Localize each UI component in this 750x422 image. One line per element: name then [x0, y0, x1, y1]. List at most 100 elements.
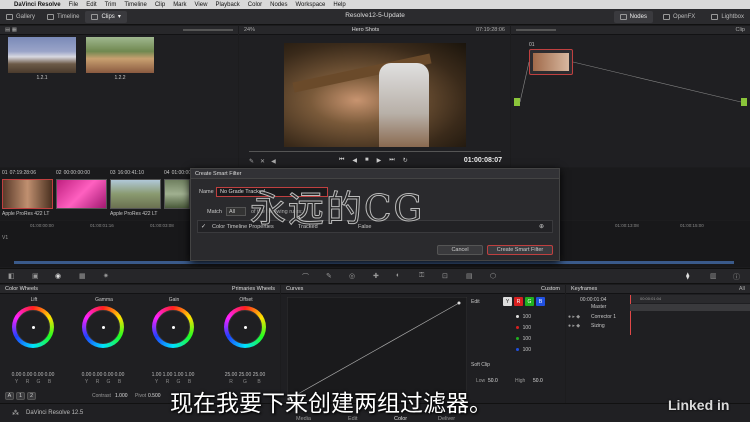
lift-r[interactable]: 0.00	[23, 372, 33, 378]
menu-timeline[interactable]: Timeline	[124, 2, 146, 8]
cancel-button[interactable]: Cancel	[437, 245, 483, 255]
gallery-still-2[interactable]	[86, 37, 154, 73]
volume-icon[interactable]: ◀	[271, 158, 276, 165]
qualifier-icon[interactable]: ✎	[326, 272, 332, 280]
menu-nodes[interactable]: Nodes	[270, 2, 287, 8]
openfx-button[interactable]: OpenFX	[657, 11, 701, 23]
offset-b[interactable]: 25.00	[253, 372, 266, 378]
menu-playback[interactable]: Playback	[215, 2, 239, 8]
page-2-button[interactable]: 2	[27, 392, 36, 400]
lift-g[interactable]: 0.00	[34, 372, 44, 378]
scopes-icon[interactable]: ▥	[710, 272, 717, 280]
add-rule-icon[interactable]: ⊕	[539, 223, 544, 230]
gamma-y[interactable]: 0.00	[82, 372, 92, 378]
rgb-mixer-icon[interactable]: ▦	[79, 272, 86, 280]
page-1-button[interactable]: 1	[16, 392, 25, 400]
window-icon[interactable]: ◎	[349, 272, 355, 280]
menu-workspace[interactable]: Workspace	[295, 2, 325, 8]
gamma-wheel-puck[interactable]	[101, 325, 105, 329]
create-smart-filter-button[interactable]: Create Smart Filter	[487, 245, 553, 255]
reverse-icon[interactable]: ◀	[352, 157, 357, 164]
menu-edit[interactable]: Edit	[86, 2, 96, 8]
color-wheels-icon[interactable]: ◉	[55, 272, 61, 280]
high-value[interactable]: 50.0	[533, 378, 543, 384]
gain-g[interactable]: 1.00	[174, 372, 184, 378]
curve-y-toggle[interactable]: Y	[503, 297, 512, 306]
offset-r[interactable]: 25.00	[225, 372, 238, 378]
menu-trim[interactable]: Trim	[105, 2, 117, 8]
clip-4-thumb[interactable]	[164, 179, 190, 209]
curve-g-value[interactable]: 100	[523, 336, 531, 342]
gallery-options-icon[interactable]: ▤ ▦	[5, 27, 17, 33]
lift-y[interactable]: 0.00	[12, 372, 22, 378]
curves-mode[interactable]: Custom	[541, 286, 560, 292]
crop-icon[interactable]: ✕	[260, 158, 265, 165]
motion-effects-icon[interactable]: ✷	[103, 272, 109, 280]
curve-r-toggle[interactable]: R	[514, 297, 523, 306]
keyframes-filter[interactable]: All	[739, 286, 745, 292]
play-icon[interactable]: ▶	[377, 157, 382, 164]
keyframe-playhead[interactable]	[630, 295, 631, 335]
gain-y[interactable]: 1.00	[152, 372, 162, 378]
menu-color[interactable]: Color	[248, 2, 262, 8]
clip-3-thumb[interactable]	[110, 179, 161, 209]
gallery-slider[interactable]	[183, 29, 233, 31]
gallery-still-1[interactable]	[8, 37, 76, 73]
contrast-value[interactable]: 1.000	[115, 393, 128, 399]
clip-1-thumb[interactable]	[2, 179, 53, 209]
data-burn-icon[interactable]: ⬡	[490, 272, 496, 280]
gain-wheel-puck[interactable]	[171, 325, 175, 329]
color-match-icon[interactable]: ▣	[32, 272, 39, 280]
pivot-value[interactable]: 0.500	[148, 393, 161, 399]
curve-b-toggle[interactable]: B	[536, 297, 545, 306]
rule-checkbox[interactable]: ✓	[201, 223, 206, 230]
lift-wheel[interactable]	[12, 306, 54, 348]
loop-icon[interactable]: ↻	[403, 157, 408, 164]
menu-clip[interactable]: Clip	[155, 2, 165, 8]
key-icon[interactable]: ⚿	[419, 272, 424, 280]
info-icon[interactable]: ⓘ	[733, 272, 740, 282]
skip-forward-icon[interactable]: ⏭	[389, 157, 394, 164]
gamma-g[interactable]: 0.00	[104, 372, 114, 378]
curve-r-value[interactable]: 100	[523, 325, 531, 331]
offset-g[interactable]: 25.00	[239, 372, 252, 378]
blur-icon[interactable]: ◐	[396, 272, 400, 279]
curve-b-value[interactable]: 100	[523, 347, 531, 353]
menu-mark[interactable]: Mark	[173, 2, 186, 8]
offset-wheel-puck[interactable]	[243, 325, 247, 329]
a-button[interactable]: A	[5, 392, 14, 400]
skip-back-icon[interactable]: ⏮	[339, 157, 344, 164]
lightbox-button[interactable]: Lightbox	[705, 11, 750, 23]
curve-g-toggle[interactable]: G	[525, 297, 534, 306]
camera-raw-icon[interactable]: ◧	[8, 272, 15, 280]
menu-file[interactable]: File	[69, 2, 79, 8]
gain-r[interactable]: 1.00	[163, 372, 173, 378]
tracker-icon[interactable]: ✚	[373, 272, 379, 280]
match-select[interactable]: All	[226, 207, 246, 216]
keyframe-row-corrector-toggle[interactable]: ● ▸ ◆	[568, 314, 580, 320]
stop-icon[interactable]: ■	[365, 157, 369, 164]
curves-icon[interactable]: ⌒	[302, 272, 309, 282]
lift-b[interactable]: 0.00	[45, 372, 55, 378]
primaries-mode[interactable]: Primaries Wheels	[232, 286, 275, 292]
eyedropper-icon[interactable]: ✎	[249, 158, 254, 165]
keyframe-row-sizing-toggle[interactable]: ● ▸ ◆	[568, 323, 580, 329]
3d-icon[interactable]: ▤	[466, 272, 473, 280]
gain-wheel[interactable]	[152, 306, 194, 348]
menu-app-name[interactable]: DaVinci Resolve	[14, 2, 61, 8]
viewer-zoom[interactable]: 24%	[244, 27, 255, 33]
offset-wheel[interactable]	[224, 306, 266, 348]
nodes-button[interactable]: Nodes	[613, 11, 653, 23]
viewer-scrubber[interactable]	[249, 151, 501, 152]
keyframes-panel-icon[interactable]: ⧫	[686, 272, 689, 280]
menu-help[interactable]: Help	[333, 2, 345, 8]
keyframe-track-master[interactable]	[630, 304, 750, 311]
gain-b[interactable]: 1.00	[185, 372, 195, 378]
lift-wheel-puck[interactable]	[31, 325, 35, 329]
clip-2-thumb[interactable]	[56, 179, 107, 209]
gamma-wheel[interactable]	[82, 306, 124, 348]
timeline-track-bar[interactable]	[14, 261, 734, 264]
curve-y-value[interactable]: 100	[523, 314, 531, 320]
gamma-b[interactable]: 0.00	[115, 372, 125, 378]
menu-view[interactable]: View	[195, 2, 208, 8]
